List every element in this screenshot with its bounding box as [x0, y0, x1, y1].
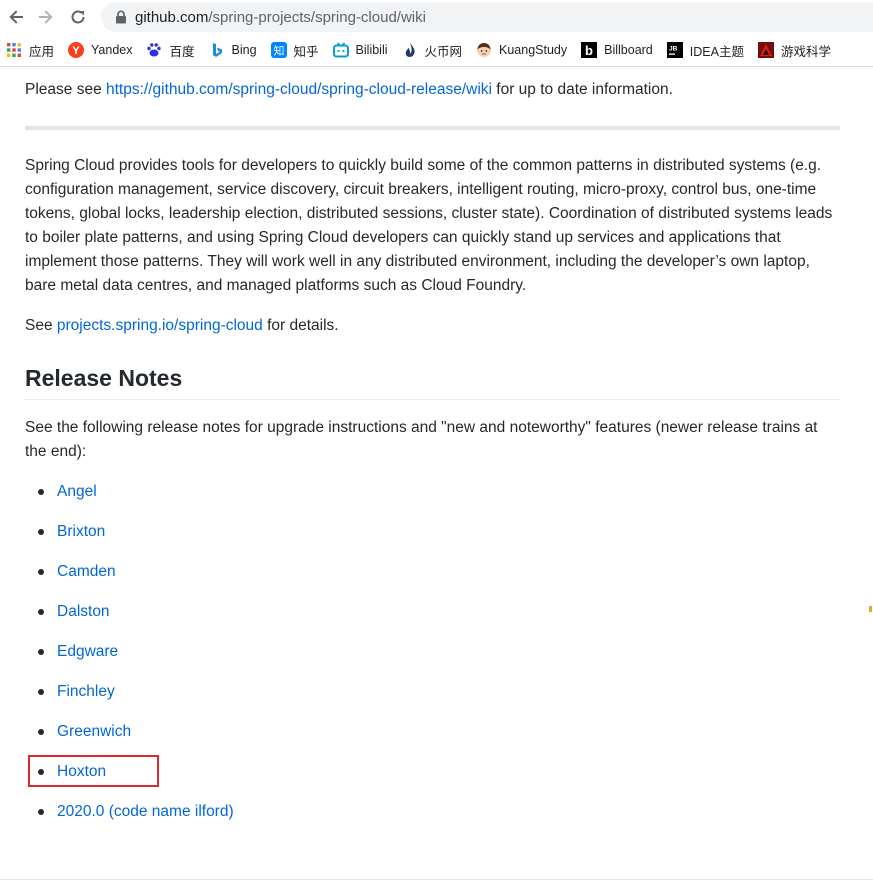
bookmark-label: 应用 — [29, 44, 55, 59]
list-item: Finchley — [25, 680, 234, 704]
bookmark-label: 火币网 — [424, 44, 463, 59]
release-notes-heading: Release Notes — [25, 363, 840, 400]
back-button[interactable] — [4, 5, 28, 29]
reload-icon — [71, 10, 85, 24]
scroll-edge-marker — [869, 606, 872, 612]
reload-button[interactable] — [66, 5, 90, 29]
bookmark-label: KuangStudy — [499, 43, 568, 57]
billboard-icon: b — [581, 42, 598, 58]
bookmark-idea-theme[interactable]: JB IDEA主题 — [660, 36, 751, 64]
list-item: Camden — [25, 560, 234, 584]
release-link-2020[interactable]: 2020.0 (code name ilford) — [57, 803, 234, 820]
baidu-icon — [146, 42, 162, 58]
list-item: 2020.0 (code name ilford) — [25, 800, 234, 824]
release-link-dalston[interactable]: Dalston — [57, 603, 110, 620]
svg-text:知: 知 — [273, 44, 284, 58]
bullet — [38, 809, 44, 815]
bookmark-label: 游戏科学 — [780, 44, 831, 59]
release-link-angel[interactable]: Angel — [57, 483, 97, 500]
url-text: github.com/spring-projects/spring-cloud/… — [135, 9, 426, 26]
svg-text:Y: Y — [72, 45, 80, 57]
description-paragraph: Spring Cloud provides tools for develope… — [25, 157, 833, 294]
see-details-paragraph: See projects.spring.io/spring-cloud for … — [25, 314, 339, 338]
svg-text:JB: JB — [669, 46, 678, 53]
see-prefix: See — [25, 317, 57, 334]
release-link-brixton[interactable]: Brixton — [57, 523, 105, 540]
bookmark-label: Bilibili — [355, 43, 388, 57]
release-link-edgware[interactable]: Edgware — [57, 643, 118, 660]
release-link-hoxton[interactable]: Hoxton — [57, 763, 106, 780]
bookmark-label: Billboard — [604, 43, 653, 57]
bing-icon — [209, 42, 225, 58]
address-bar[interactable]: github.com/spring-projects/spring-cloud/… — [101, 2, 873, 32]
bullet — [38, 529, 44, 535]
bullet — [38, 649, 44, 655]
bookmark-apps[interactable]: 应用 — [0, 36, 61, 64]
bookmark-bing[interactable]: Bing — [202, 36, 264, 64]
zhihu-icon: 知 — [270, 42, 287, 58]
list-item: Dalston — [25, 600, 234, 624]
bookmark-zhihu[interactable]: 知 知乎 — [264, 36, 326, 64]
page-bottom-divider — [0, 879, 873, 880]
bookmark-kuangstudy[interactable]: KuangStudy — [469, 36, 574, 64]
bullet — [38, 489, 44, 495]
bookmark-label: IDEA主题 — [689, 44, 744, 59]
forward-arrow-icon — [39, 10, 53, 24]
bilibili-icon — [332, 42, 349, 58]
release-link-greenwich[interactable]: Greenwich — [57, 723, 131, 740]
url-path: /spring-projects/spring-cloud/wiki — [208, 8, 426, 26]
bookmark-label: Yandex — [91, 43, 133, 57]
intro-suffix: for up to date information. — [491, 81, 673, 98]
intro-paragraph: Please see https://github.com/spring-clo… — [25, 78, 673, 102]
browser-toolbar: github.com/spring-projects/spring-cloud/… — [0, 0, 873, 34]
yandex-icon: Y — [68, 42, 85, 58]
bullet — [38, 569, 44, 575]
list-item: Edgware — [25, 640, 234, 664]
apps-grid-icon — [6, 42, 22, 58]
list-item: Brixton — [25, 520, 234, 544]
bookmark-label: 百度 — [169, 44, 195, 59]
svg-text:b: b — [585, 43, 593, 58]
release-list: Angel Brixton Camden Dalston Edgware Fin… — [25, 480, 234, 840]
list-item: Hoxton — [25, 760, 234, 784]
huobi-icon — [402, 42, 418, 58]
bookmark-label: Bing — [231, 43, 257, 57]
back-arrow-icon — [9, 10, 23, 24]
release-link-finchley[interactable]: Finchley — [57, 683, 115, 700]
projects-spring-link[interactable]: projects.spring.io/spring-cloud — [57, 317, 263, 334]
lock-icon — [114, 10, 128, 24]
release-wiki-link[interactable]: https://github.com/spring-cloud/spring-c… — [106, 81, 492, 98]
bookmark-huobi[interactable]: 火币网 — [395, 36, 470, 64]
bookmark-label: 知乎 — [293, 44, 319, 59]
gamescience-icon — [757, 42, 774, 58]
bookmark-baidu[interactable]: 百度 — [139, 36, 201, 64]
jetbrains-icon: JB — [666, 42, 683, 58]
bookmark-billboard[interactable]: b Billboard — [574, 36, 660, 64]
bullet — [38, 769, 44, 775]
bookmark-yandex[interactable]: Y Yandex — [61, 36, 139, 64]
release-intro-paragraph: See the following release notes for upgr… — [25, 419, 818, 460]
release-link-camden[interactable]: Camden — [57, 563, 116, 580]
forward-button[interactable] — [34, 5, 58, 29]
bookmark-game-science[interactable]: 游戏科学 — [751, 36, 838, 64]
bookmarks-bar: 应用 Y Yandex 百度 Bing 知 知乎 Bilibili 火币网 Ku… — [0, 34, 873, 67]
bullet — [38, 689, 44, 695]
list-item: Greenwich — [25, 720, 234, 744]
horizontal-rule — [25, 126, 840, 130]
kuangstudy-icon — [476, 42, 492, 58]
list-item: Angel — [25, 480, 234, 504]
bookmark-bilibili[interactable]: Bilibili — [326, 36, 395, 64]
intro-prefix: Please see — [25, 81, 106, 98]
bullet — [38, 609, 44, 615]
see-suffix: for details. — [262, 317, 339, 334]
url-host: github.com — [135, 8, 209, 26]
bullet — [38, 729, 44, 735]
